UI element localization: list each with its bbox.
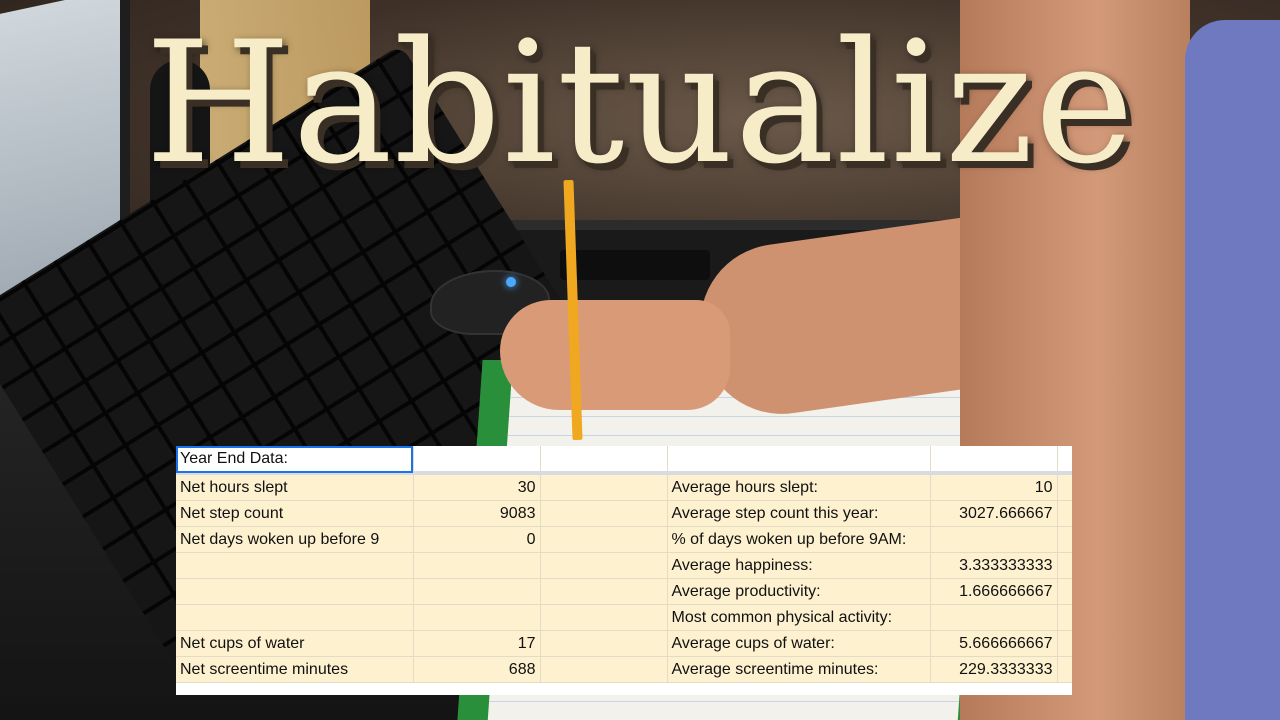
mouse-led — [506, 277, 516, 287]
row-value-cell[interactable] — [413, 604, 541, 631]
spreadsheet: Year End Data: Net hours slept 30 Average … — [176, 446, 1072, 695]
table-row: Average happiness: 3.333333333 — [176, 552, 1072, 579]
average-value-cell[interactable] — [930, 604, 1058, 631]
row-value-cell[interactable] — [413, 578, 541, 605]
empty-cell[interactable] — [1057, 500, 1072, 527]
table-row: Net step count 9083 Average step count thi… — [176, 500, 1072, 527]
average-label-cell[interactable]: Average hours slept: — [667, 473, 931, 501]
row-label-cell[interactable]: Net days woken up before 9 — [176, 526, 414, 553]
empty-cell[interactable] — [1057, 578, 1072, 605]
charger — [560, 250, 710, 280]
table-row: Net days woken up before 9 0 % of days wok… — [176, 526, 1072, 553]
hand — [500, 300, 730, 410]
average-label-cell[interactable]: Average screentime minutes: — [667, 656, 931, 683]
empty-cell[interactable] — [540, 656, 668, 683]
table-row: Average productivity: 1.666666667 — [176, 578, 1072, 605]
average-label-cell[interactable]: Average cups of water: — [667, 630, 931, 657]
average-label-cell[interactable]: % of days woken up before 9AM: — [667, 526, 931, 553]
empty-cell[interactable] — [540, 500, 668, 527]
empty-cell[interactable] — [540, 604, 668, 631]
empty-cell[interactable] — [540, 473, 668, 501]
empty-cell[interactable] — [540, 446, 668, 475]
row-label-cell[interactable]: Net hours slept — [176, 473, 414, 501]
row-label-cell[interactable]: Net step count — [176, 500, 414, 527]
average-label-cell[interactable]: Most common physical activity: — [667, 604, 931, 631]
average-value-cell[interactable]: 1.666666667 — [930, 578, 1058, 605]
table-row: Net screentime minutes 688 Average screent… — [176, 656, 1072, 683]
empty-cell[interactable] — [1057, 446, 1072, 475]
row-value-cell[interactable]: 9083 — [413, 500, 541, 527]
empty-cell[interactable] — [1057, 630, 1072, 657]
average-value-cell[interactable]: 5.666666667 — [930, 630, 1058, 657]
average-label-cell[interactable]: Average productivity: — [667, 578, 931, 605]
row-value-cell[interactable]: 17 — [413, 630, 541, 657]
empty-cell[interactable] — [1057, 656, 1072, 683]
empty-cell[interactable] — [1057, 526, 1072, 553]
row-value-cell[interactable]: 30 — [413, 473, 541, 501]
row-value-cell[interactable]: 0 — [413, 526, 541, 553]
table-row: Net hours slept 30 Average hours slept: 10 — [176, 473, 1072, 501]
empty-cell[interactable] — [540, 526, 668, 553]
average-value-cell[interactable]: 3.333333333 — [930, 552, 1058, 579]
row-value-cell[interactable]: 688 — [413, 656, 541, 683]
row-label-cell[interactable] — [176, 604, 414, 631]
empty-cell[interactable] — [667, 446, 931, 475]
empty-cell[interactable] — [540, 578, 668, 605]
header-cell[interactable]: Year End Data: — [176, 446, 414, 475]
row-label-cell[interactable]: Net screentime minutes — [176, 656, 414, 683]
table-row: Most common physical activity: — [176, 604, 1072, 631]
row-label-cell[interactable] — [176, 578, 414, 605]
empty-cell[interactable] — [1057, 473, 1072, 501]
row-label-cell[interactable] — [176, 552, 414, 579]
empty-cell[interactable] — [413, 446, 541, 475]
average-label-cell[interactable]: Average step count this year: — [667, 500, 931, 527]
empty-cell[interactable] — [540, 630, 668, 657]
empty-cell[interactable] — [930, 446, 1058, 475]
average-value-cell[interactable]: 10 — [930, 473, 1058, 501]
header-row: Year End Data: — [176, 446, 1072, 475]
average-label-cell[interactable]: Average happiness: — [667, 552, 931, 579]
empty-cell[interactable] — [540, 552, 668, 579]
spreadsheet-table: Year End Data: Net hours slept 30 Average … — [176, 446, 1072, 683]
average-value-cell[interactable]: 3027.666667 — [930, 500, 1058, 527]
empty-cell[interactable] — [1057, 552, 1072, 579]
row-value-cell[interactable] — [413, 552, 541, 579]
empty-cell[interactable] — [1057, 604, 1072, 631]
table-row: Net cups of water 17 Average cups of water… — [176, 630, 1072, 657]
page-title: Habitualize — [144, 5, 1136, 201]
average-value-cell[interactable]: 229.3333333 — [930, 656, 1058, 683]
row-label-cell[interactable]: Net cups of water — [176, 630, 414, 657]
average-value-cell[interactable] — [930, 526, 1058, 553]
